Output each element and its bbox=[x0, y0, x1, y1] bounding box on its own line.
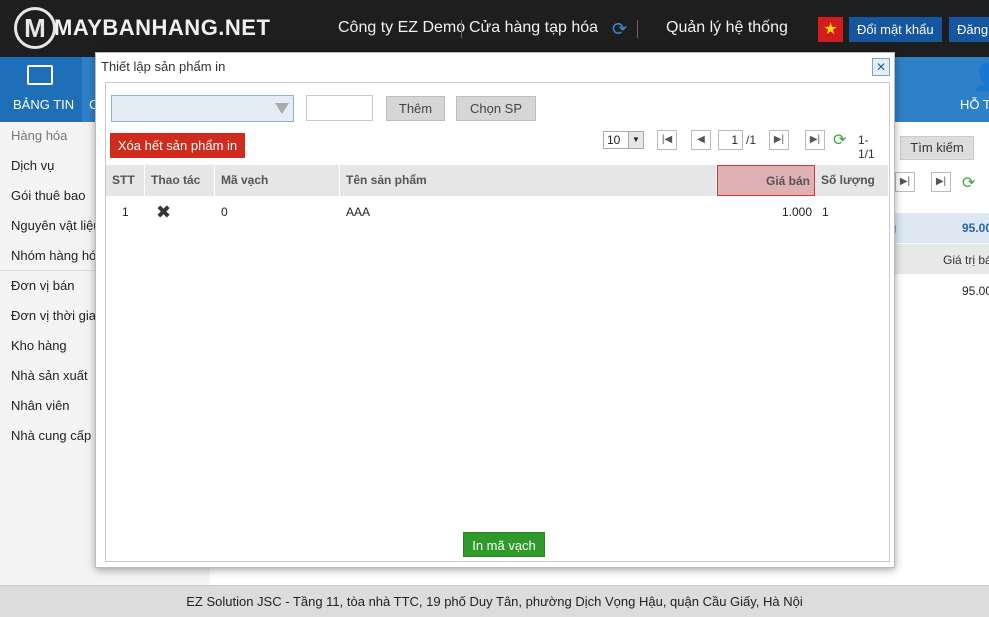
refresh-icon[interactable]: ⟳ bbox=[833, 130, 846, 150]
column-header-stt[interactable]: STT bbox=[106, 165, 145, 196]
dialog-body: Thêm Chọn SP Xóa hết sản phẩm in 10 ▼ |◀… bbox=[105, 82, 890, 562]
nav-label: BẢNG TIN bbox=[13, 97, 75, 112]
record-range: 1-1/1 bbox=[858, 133, 875, 161]
logo-emblem: M bbox=[14, 7, 56, 49]
top-bar: M MAYBANHANG.NET Công ty EZ Demo Cửa hàn… bbox=[0, 0, 989, 57]
chevron-down-icon[interactable]: ▼ bbox=[628, 132, 643, 148]
sidebar-item-time-units[interactable]: Đơn vị thời gian bbox=[11, 308, 103, 323]
prev-page-icon[interactable]: ◀ bbox=[691, 130, 711, 150]
nav-item-support[interactable]: HỖ T bbox=[960, 97, 989, 112]
row-quantity[interactable]: 1 bbox=[822, 205, 829, 219]
page-size-select[interactable]: 10 ▼ bbox=[603, 131, 644, 149]
summary-cell: 95.00 bbox=[962, 221, 989, 235]
table-cell: 95.00 bbox=[962, 284, 989, 298]
vietnam-flag-icon[interactable]: ★ bbox=[818, 17, 843, 42]
support-icon[interactable]: 👤 bbox=[972, 62, 989, 93]
first-page-icon[interactable]: |◀ bbox=[657, 130, 677, 150]
refresh-icon[interactable]: ⟳ bbox=[962, 173, 975, 193]
dialog-title: Thiết lập sản phẩm in bbox=[101, 59, 226, 74]
sidebar-item-products[interactable]: Hàng hóa bbox=[11, 128, 67, 143]
row-barcode: 0 bbox=[221, 205, 228, 219]
sidebar-item-subscriptions[interactable]: Gói thuê bao bbox=[11, 188, 85, 203]
column-header-quantity[interactable]: Số lượng bbox=[815, 165, 889, 196]
system-admin-link[interactable]: Quản lý hệ thống bbox=[666, 19, 788, 37]
company-link[interactable]: Công ty EZ Demo bbox=[338, 19, 465, 37]
divider bbox=[637, 20, 638, 38]
logout-button[interactable]: Đăng bbox=[949, 17, 989, 42]
last-page-icon[interactable]: ▶| bbox=[931, 172, 951, 192]
row-price: 1.000 bbox=[781, 205, 812, 219]
sidebar-item-services[interactable]: Dịch vụ bbox=[11, 158, 54, 173]
sidebar-item-warehouses[interactable]: Kho hàng bbox=[11, 338, 67, 353]
nav-item-dashboard[interactable]: BẢNG TIN bbox=[0, 57, 82, 122]
print-settings-dialog: Thiết lập sản phẩm in ✕ Thêm Chọn SP Xóa… bbox=[95, 52, 895, 568]
sidebar-item-manufacturers[interactable]: Nhà sản xuất bbox=[11, 368, 88, 383]
sidebar-item-product-groups[interactable]: Nhóm hàng hóa bbox=[11, 248, 104, 263]
dashboard-icon bbox=[27, 65, 53, 85]
print-barcode-button[interactable]: In mã vạch bbox=[463, 532, 545, 557]
brand-logo[interactable]: M MAYBANHANG.NET bbox=[14, 7, 270, 49]
next-page-icon[interactable]: ▶| bbox=[769, 130, 789, 150]
total-pages: /1 bbox=[746, 133, 757, 147]
divider bbox=[461, 20, 462, 38]
sidebar-item-sale-units[interactable]: Đơn vị bán bbox=[11, 278, 74, 293]
close-icon[interactable]: ✕ bbox=[872, 58, 890, 76]
refresh-icon[interactable]: ⟳ bbox=[612, 19, 627, 39]
logo-text: MAYBANHANG.NET bbox=[54, 15, 271, 40]
store-link[interactable]: Cửa hàng tạp hóa bbox=[469, 19, 598, 37]
add-button[interactable]: Thêm bbox=[386, 96, 445, 121]
footer: EZ Solution JSC - Tầng 11, tòa nhà TTC, … bbox=[0, 585, 989, 617]
delete-icon[interactable]: ✖ bbox=[156, 203, 171, 221]
column-header: Giá trị bá bbox=[943, 253, 989, 267]
chevron-down-icon[interactable] bbox=[275, 103, 289, 114]
column-header-price[interactable]: Giá bán bbox=[717, 165, 815, 196]
footer-text: EZ Solution JSC - Tầng 11, tòa nhà TTC, … bbox=[186, 594, 803, 609]
current-page-input[interactable]: 1 bbox=[718, 130, 743, 150]
last-page-icon[interactable]: ▶| bbox=[805, 130, 825, 150]
sidebar-item-suppliers[interactable]: Nhà cung cấp bbox=[11, 428, 91, 443]
row-name: AAA bbox=[346, 205, 371, 219]
choose-product-button[interactable]: Chọn SP bbox=[456, 96, 536, 121]
column-header-actions[interactable]: Thao tác bbox=[145, 165, 215, 196]
change-password-button[interactable]: Đổi mật khẩu bbox=[849, 17, 942, 42]
table-header: m Giá trị bá bbox=[885, 244, 989, 274]
sidebar-item-materials[interactable]: Nguyên vật liệu bbox=[11, 218, 101, 233]
quantity-input[interactable] bbox=[306, 95, 373, 121]
product-select[interactable] bbox=[111, 95, 294, 122]
search-button[interactable]: Tìm kiếm bbox=[900, 136, 974, 160]
summary-row: g 95.00 bbox=[889, 213, 989, 243]
column-header-barcode[interactable]: Mã vạch bbox=[215, 165, 340, 196]
clear-all-button[interactable]: Xóa hết sản phẩm in bbox=[110, 133, 245, 158]
next-page-icon[interactable]: ▶| bbox=[895, 172, 915, 192]
column-header-name[interactable]: Tên sản phẩm bbox=[340, 165, 717, 196]
sidebar-item-employees[interactable]: Nhân viên bbox=[11, 398, 70, 413]
page-size-value: 10 bbox=[607, 133, 621, 147]
row-stt: 1 bbox=[122, 205, 129, 219]
table-header: STT Thao tác Mã vạch Tên sản phẩm Giá bá… bbox=[106, 165, 889, 196]
